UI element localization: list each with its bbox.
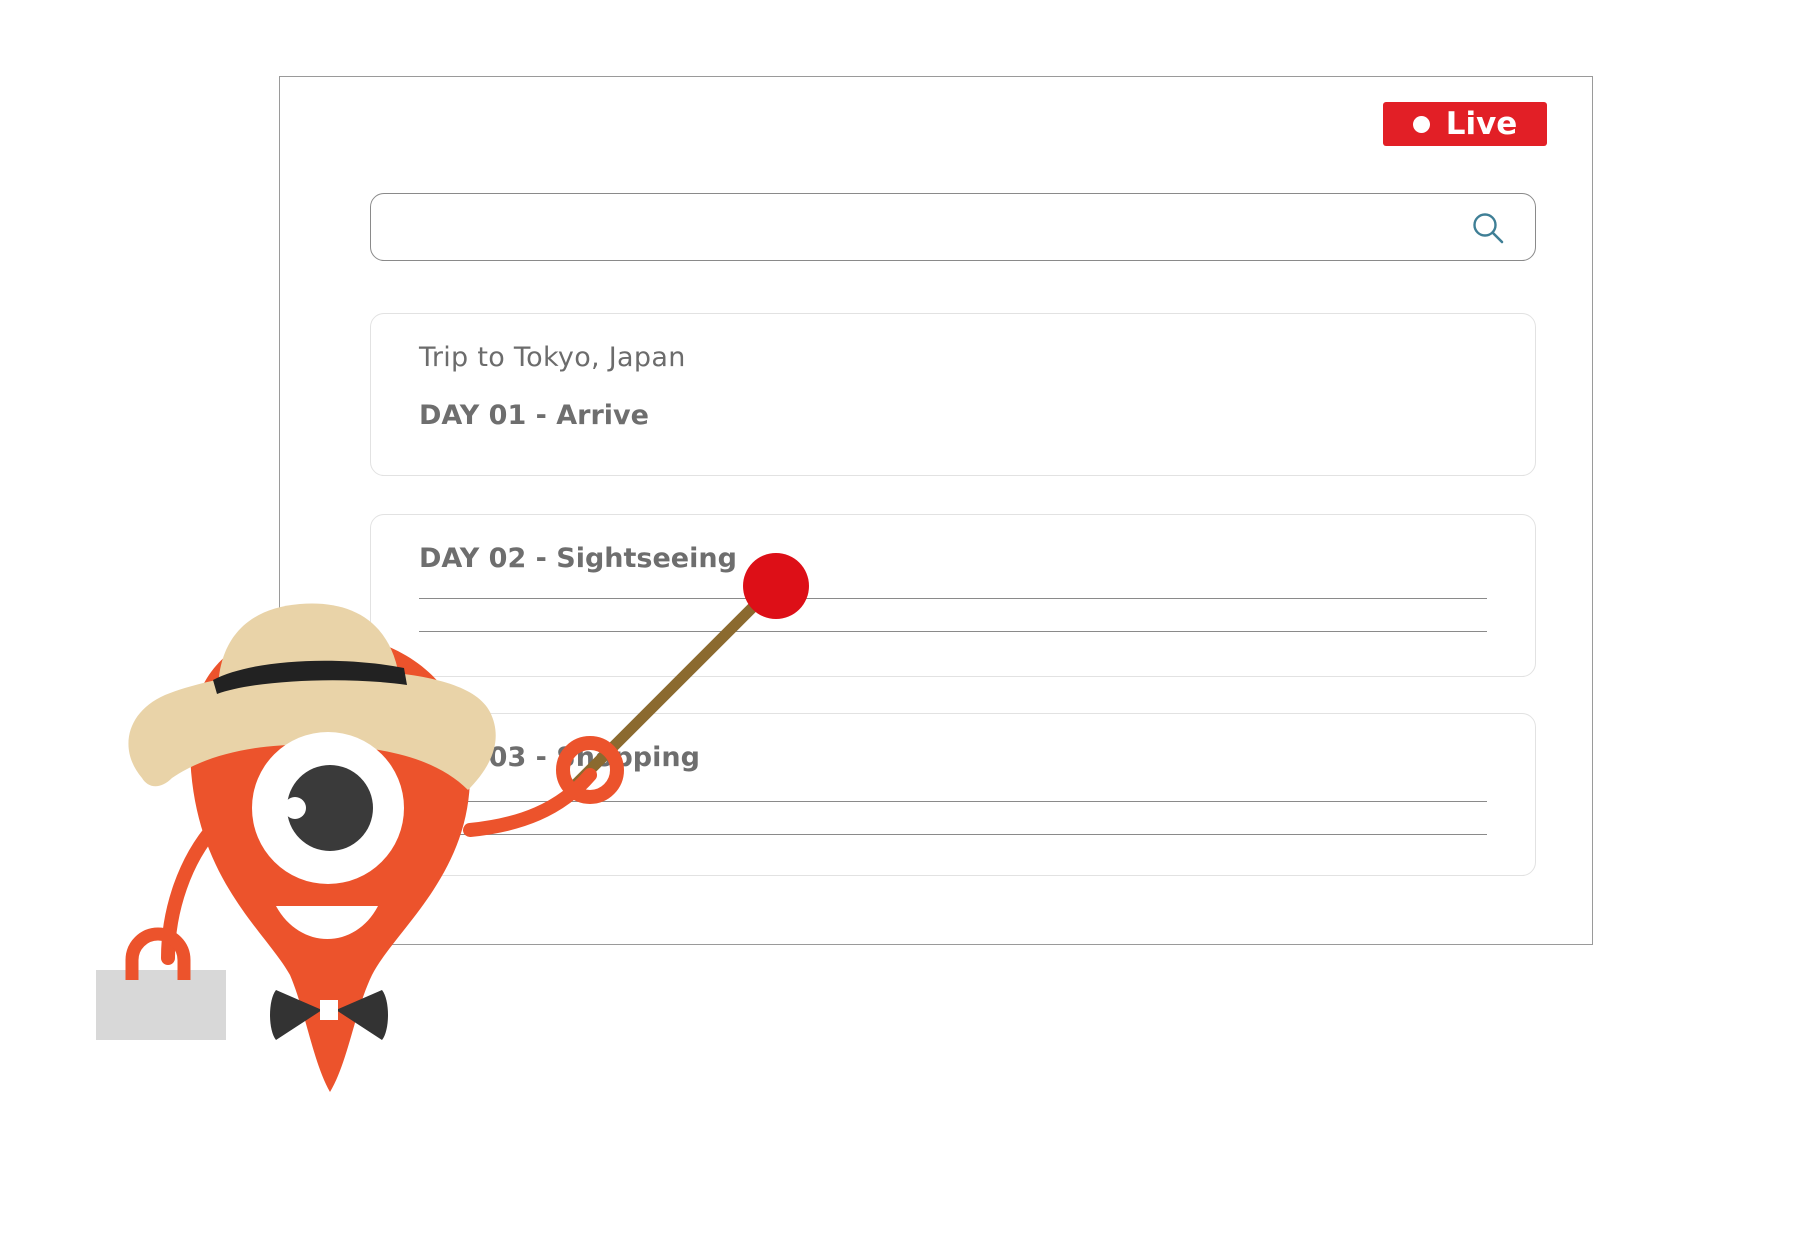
search-input[interactable]	[389, 204, 1453, 252]
live-label: Live	[1445, 106, 1518, 142]
itinerary-card-day-01[interactable]: Trip to Tokyo, Japan DAY 01 - Arrive	[370, 313, 1536, 476]
live-dot-icon	[1412, 115, 1430, 133]
map-pin-mascot-icon	[96, 553, 809, 1092]
search-bar[interactable]	[370, 193, 1536, 261]
search-icon[interactable]	[1471, 211, 1505, 245]
live-badge[interactable]: Live	[1383, 102, 1547, 146]
day-title: DAY 01 - Arrive	[419, 400, 649, 431]
trip-title: Trip to Tokyo, Japan	[419, 342, 686, 373]
